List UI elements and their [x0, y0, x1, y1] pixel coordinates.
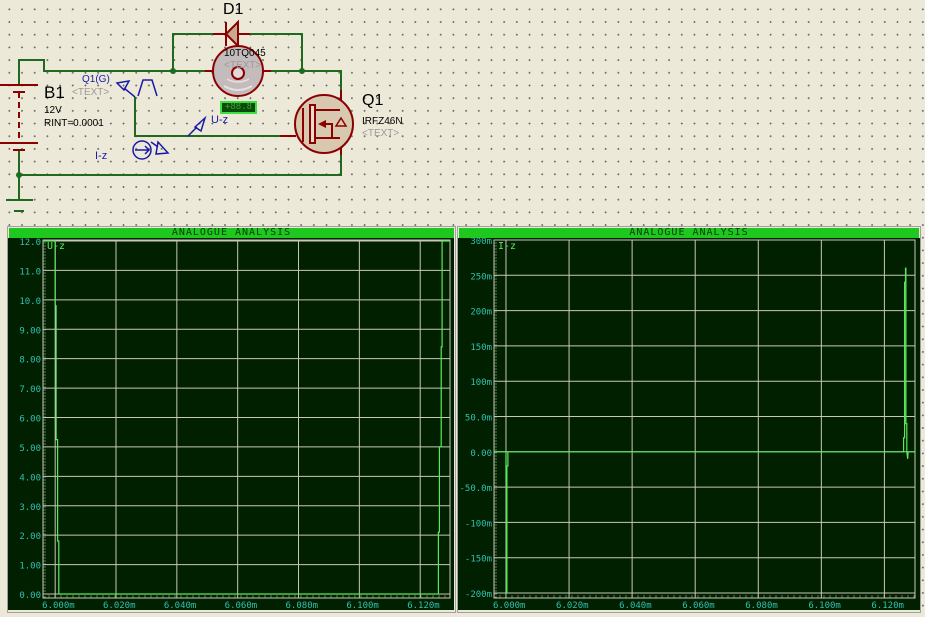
x-tick-label: 6.040m	[619, 601, 652, 611]
x-tick-label: 6.020m	[103, 601, 136, 611]
y-tick-label: -100m	[465, 519, 492, 529]
y-tick-label: 8.00	[19, 356, 41, 366]
x-tick-label: 6.040m	[164, 601, 197, 611]
y-tick-label: 0.00	[19, 591, 41, 601]
y-tick-label: 200m	[470, 308, 492, 318]
y-tick-label: 4.00	[19, 473, 41, 483]
x-tick-label: 6.020m	[556, 601, 589, 611]
y-tick-label: 2.00	[19, 532, 41, 542]
x-tick-label: 6.100m	[808, 601, 841, 611]
y-tick-label: 50.0m	[465, 414, 492, 424]
x-tick-label: 6.120m	[871, 601, 904, 611]
x-tick-label: 6.100m	[346, 601, 379, 611]
y-tick-label: -200m	[465, 590, 492, 600]
y-tick-label: 100m	[470, 378, 492, 388]
y-tick-label: 3.00	[19, 503, 41, 513]
x-tick-label: 6.120m	[407, 601, 440, 611]
charts-layer: 6.000m 6.020m 6.040m 6.060m 6.080m 6.100m 6.12…	[8, 237, 920, 611]
y-tick-label: 5.00	[19, 444, 41, 454]
plot-background	[8, 238, 454, 610]
series-label: I-z	[498, 241, 516, 252]
y-tick-label: 12.0	[19, 238, 41, 248]
y-tick-label: 150m	[470, 343, 492, 353]
x-tick-label: 6.060m	[225, 601, 258, 611]
plot-background	[458, 238, 920, 610]
y-tick-label: 10.0	[19, 297, 41, 307]
y-tick-label: 250m	[470, 272, 492, 282]
y-tick-label: 1.00	[19, 562, 41, 572]
y-tick-label: -150m	[465, 555, 492, 565]
x-tick-label: 6.000m	[42, 601, 75, 611]
y-tick-label: 11.0	[19, 267, 41, 277]
x-tick-label: 6.000m	[493, 601, 526, 611]
y-tick-label: -50.0m	[459, 484, 492, 494]
x-tick-label: 6.080m	[286, 601, 319, 611]
chart-0: 6.000m 6.020m 6.040m 6.060m 6.080m 6.100m 6.12…	[8, 238, 454, 611]
y-tick-label: 0.00	[470, 449, 492, 459]
y-tick-label: 300m	[470, 237, 492, 247]
x-tick-label: 6.080m	[745, 601, 778, 611]
x-tick-label: 6.060m	[682, 601, 715, 611]
y-tick-label: 9.00	[19, 326, 41, 336]
y-tick-label: 6.00	[19, 415, 41, 425]
y-tick-label: 7.00	[19, 385, 41, 395]
series-label: U-z	[47, 241, 65, 252]
chart-1: 6.000m 6.020m 6.040m 6.060m 6.080m 6.100m 6.12…	[458, 237, 920, 611]
